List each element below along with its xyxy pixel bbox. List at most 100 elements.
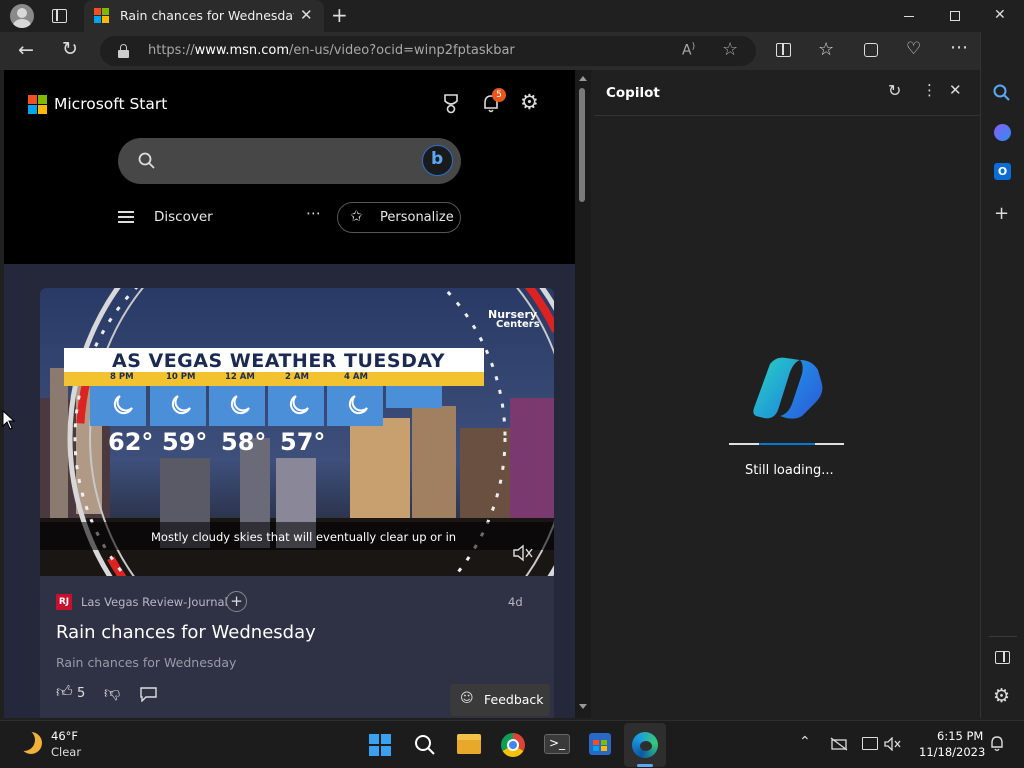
search-icon — [138, 152, 155, 169]
search-icon[interactable] — [993, 84, 1011, 102]
split-screen-icon[interactable] — [776, 43, 791, 57]
tab-actions-icon[interactable] — [52, 9, 67, 23]
scrollbar-thumb[interactable] — [579, 88, 585, 202]
sidebar-settings-icon[interactable]: ⚙ — [993, 687, 1010, 706]
page-scrollbar[interactable] — [575, 70, 591, 718]
new-tab-icon[interactable]: + — [331, 5, 348, 25]
outlook-icon[interactable]: O — [994, 163, 1011, 180]
edit-star-icon: ✩ — [350, 207, 363, 225]
health-icon[interactable]: ♡ — [906, 41, 921, 58]
video-player[interactable]: AS VEGAS WEATHER TUESDAY Nursery Centers… — [40, 288, 554, 576]
mute-icon[interactable] — [512, 544, 534, 562]
forecast-time: 2 AM — [285, 372, 309, 382]
more-menu-icon[interactable]: ⋯ — [950, 39, 968, 57]
edge-icon[interactable] — [632, 732, 658, 758]
search-box[interactable]: b — [118, 138, 461, 184]
personalize-label: Personalize — [380, 210, 454, 225]
chrome-icon[interactable] — [501, 733, 525, 757]
terminal-icon[interactable]: >_ — [544, 734, 570, 754]
weather-temp[interactable]: 46°F — [51, 729, 78, 743]
personalize-button[interactable]: ✩ Personalize — [337, 202, 461, 233]
forecast-temp: 58° — [221, 428, 267, 456]
clock-time[interactable]: 6:15 PM — [937, 729, 983, 743]
article-age: 4d — [508, 595, 523, 609]
weather-condition: Clear — [51, 745, 82, 759]
collections-icon[interactable] — [864, 43, 878, 57]
forecast-time: 12 AM — [225, 372, 255, 382]
edge-running-indicator — [637, 764, 653, 767]
search-input[interactable] — [166, 152, 406, 170]
volume-muted-icon[interactable] — [884, 737, 902, 751]
lock-icon[interactable] — [118, 44, 129, 58]
msn-favicon — [94, 8, 110, 24]
tray-chevron-icon[interactable]: ⌃ — [799, 735, 811, 749]
display-icon[interactable] — [862, 737, 878, 750]
loading-track — [729, 443, 844, 445]
address-bar[interactable]: https://www.msn.com/en-us/video?ocid=win… — [100, 36, 756, 66]
source-name[interactable]: Las Vegas Review-Journal — [81, 595, 228, 609]
comment-icon[interactable] — [140, 687, 157, 702]
sponsor-logo-line2: Centers — [496, 319, 540, 330]
discover-link[interactable]: Discover — [154, 209, 213, 225]
more-options-icon[interactable]: ⋯ — [306, 206, 321, 221]
forecast-time: 4 AM — [344, 372, 368, 382]
hamburger-icon[interactable] — [118, 211, 134, 223]
follow-source-button[interactable]: + — [226, 591, 247, 612]
store-icon[interactable] — [589, 733, 611, 755]
video-card[interactable]: AS VEGAS WEATHER TUESDAY Nursery Centers… — [40, 288, 554, 718]
settings-gear-icon[interactable]: ⚙ — [520, 92, 539, 113]
bing-icon[interactable]: b — [422, 145, 453, 176]
sidebar-divider — [989, 636, 1017, 637]
refresh-icon[interactable]: ↻ — [62, 40, 78, 59]
article-subtitle: Rain chances for Wednesday — [56, 655, 237, 670]
designer-icon[interactable] — [994, 124, 1011, 141]
refresh-icon[interactable]: ↻ — [888, 83, 901, 99]
forecast-time: 10 PM — [166, 372, 196, 382]
file-explorer-icon[interactable] — [457, 734, 481, 754]
profile-avatar[interactable] — [10, 4, 34, 28]
add-sidebar-app-icon[interactable]: + — [994, 205, 1009, 223]
restore-icon[interactable] — [950, 11, 960, 21]
clock-date[interactable]: 11/18/2023 — [919, 745, 985, 759]
close-pane-icon[interactable]: ✕ — [949, 83, 962, 98]
start-button-icon[interactable] — [369, 734, 391, 756]
tab-active[interactable]: Rain chances for Wednesday | W ✕ — [84, 0, 324, 32]
back-icon[interactable]: ← — [18, 41, 34, 60]
forecast-temp: 57° — [280, 428, 326, 456]
dislike-icon[interactable]: 👎︎ — [104, 685, 120, 701]
close-window-icon[interactable]: ✕ — [994, 8, 1006, 22]
more-vertical-icon[interactable]: ⋮ — [922, 83, 937, 98]
forecast-temp: 62° — [108, 428, 154, 456]
tab-title: Rain chances for Wednesday | W — [120, 8, 294, 23]
network-offline-icon[interactable] — [830, 737, 848, 751]
favorites-icon[interactable]: ☆ — [818, 41, 834, 59]
video-banner-title: AS VEGAS WEATHER TUESDAY — [112, 350, 446, 372]
notification-badge: 5 — [492, 88, 506, 102]
forecast-temp: 59° — [162, 428, 208, 456]
scroll-down-arrow[interactable] — [579, 704, 587, 709]
add-favorite-icon[interactable]: ☆ — [722, 41, 738, 59]
notification-center-icon[interactable] — [989, 735, 1005, 753]
feedback-label: Feedback — [484, 692, 544, 707]
brand-name: Microsoft Start — [54, 95, 168, 113]
feedback-button[interactable]: ☺ Feedback — [450, 684, 550, 716]
loading-status: Still loading... — [745, 463, 834, 478]
rewards-icon[interactable] — [442, 94, 460, 114]
microsoft-logo — [28, 95, 48, 115]
page-content: Microsoft Start 5 ⚙ b Discover ⋯ ✩ Perso… — [4, 70, 575, 718]
video-caption: Mostly cloudy skies that will eventually… — [151, 530, 457, 544]
tab-strip: Rain chances for Wednesday | W ✕ + ✕ — [0, 0, 1024, 32]
scroll-up-arrow[interactable] — [579, 76, 587, 81]
feedback-icon: ☺ — [460, 691, 474, 706]
like-icon[interactable]: 👍︎ — [56, 684, 73, 700]
tab-close-icon[interactable]: ✕ — [300, 8, 313, 23]
weather-moon-icon[interactable] — [20, 732, 42, 754]
minimize-icon[interactable] — [904, 16, 914, 17]
taskbar-search-icon[interactable] — [414, 734, 436, 756]
url-text: https://www.msn.com/en-us/video?ocid=win… — [148, 43, 515, 58]
article-title[interactable]: Rain chances for Wednesday — [56, 622, 316, 643]
hide-sidebar-icon[interactable] — [995, 651, 1010, 664]
read-aloud-icon[interactable]: A) — [682, 42, 695, 59]
mouse-cursor — [2, 410, 16, 430]
copilot-title: Copilot — [606, 85, 660, 101]
